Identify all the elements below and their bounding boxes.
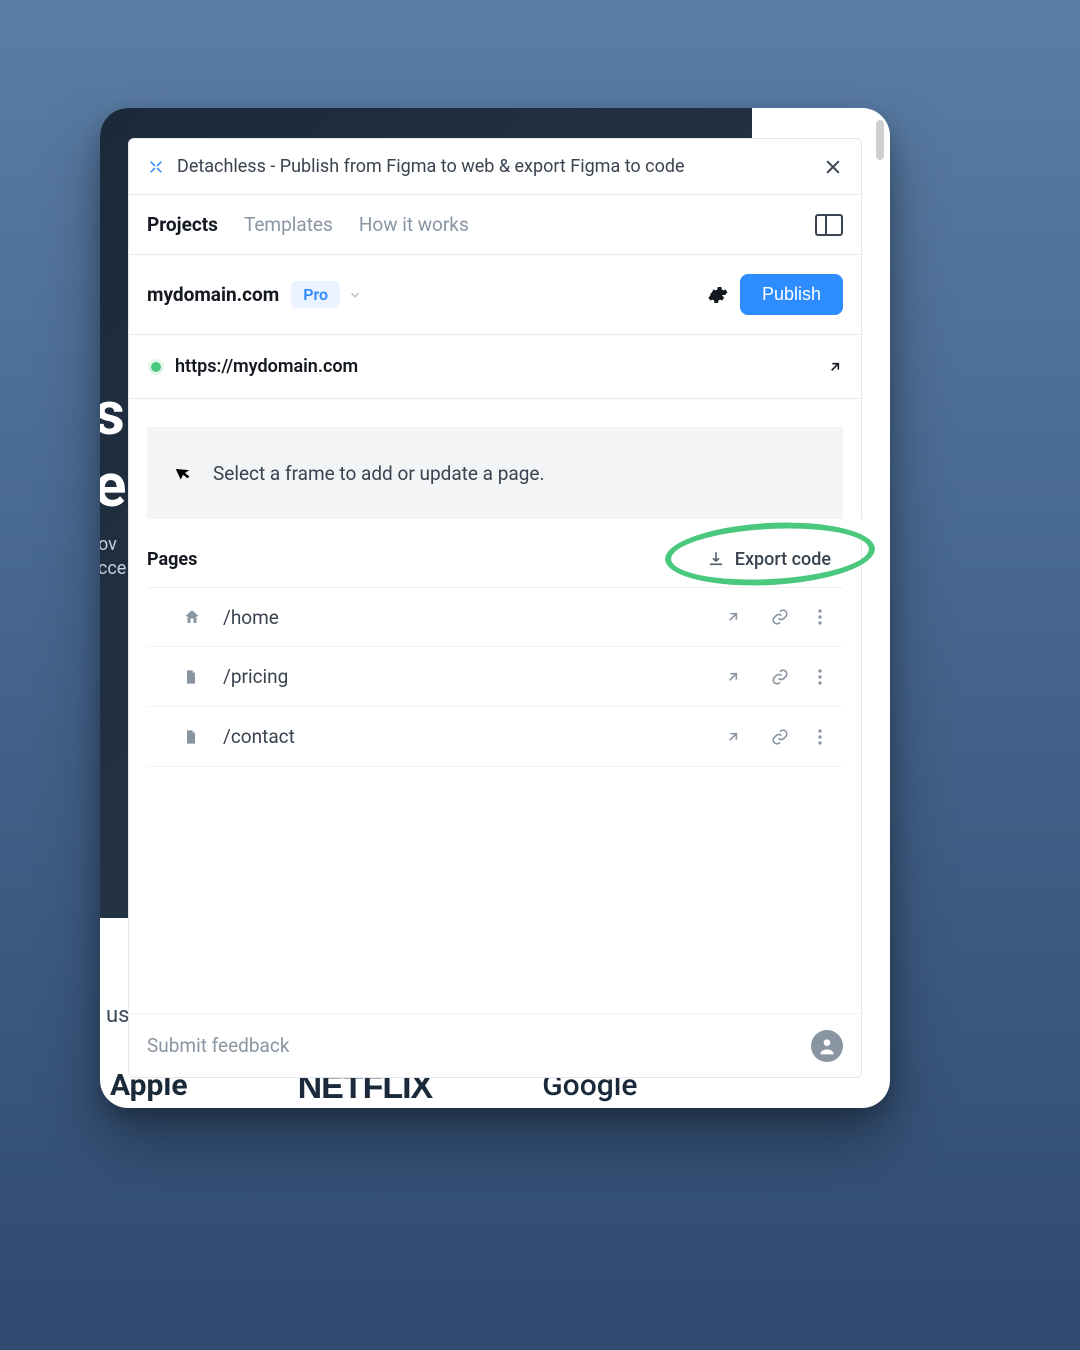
bg-sub-fragment: ucce bbox=[100, 558, 126, 579]
status-dot-icon bbox=[151, 362, 161, 372]
panel-header: Detachless - Publish from Figma to web &… bbox=[129, 139, 861, 195]
domain-name: mydomain.com bbox=[147, 283, 279, 306]
page-path: /contact bbox=[223, 725, 705, 748]
export-code-button[interactable]: Export code bbox=[695, 541, 843, 578]
close-icon[interactable] bbox=[823, 157, 843, 177]
live-url-text: https://mydomain.com bbox=[175, 356, 813, 377]
pages-title: Pages bbox=[147, 549, 695, 570]
detachless-logo-icon bbox=[147, 158, 165, 176]
chevron-down-icon[interactable] bbox=[348, 288, 362, 302]
live-url-row[interactable]: https://mydomain.com bbox=[129, 335, 861, 399]
pro-badge: Pro bbox=[291, 281, 340, 308]
plugin-panel: Detachless - Publish from Figma to web &… bbox=[128, 138, 862, 1078]
tab-templates[interactable]: Templates bbox=[244, 213, 333, 236]
tab-how-it-works[interactable]: How it works bbox=[359, 213, 469, 236]
open-external-icon[interactable] bbox=[827, 359, 843, 375]
tab-projects[interactable]: Projects bbox=[147, 213, 218, 236]
link-icon[interactable] bbox=[771, 728, 797, 746]
avatar-icon[interactable] bbox=[811, 1030, 843, 1062]
more-icon[interactable] bbox=[817, 668, 843, 686]
panel-footer: Submit feedback bbox=[129, 1013, 861, 1077]
gear-icon[interactable] bbox=[706, 284, 728, 306]
card-frame: s es nov ucce uste Apple NETFLIX Google … bbox=[100, 108, 890, 1108]
tab-bar: Projects Templates How it works bbox=[129, 195, 861, 255]
page-row-pricing[interactable]: /pricing bbox=[147, 647, 843, 707]
file-icon bbox=[183, 728, 203, 746]
more-icon[interactable] bbox=[817, 608, 843, 626]
bg-sub-fragment: nov bbox=[100, 534, 117, 555]
open-external-icon[interactable] bbox=[725, 669, 751, 685]
cursor-icon bbox=[171, 459, 198, 487]
bg-heading-fragment: s bbox=[100, 378, 125, 449]
home-icon bbox=[183, 608, 203, 626]
hint-text: Select a frame to add or update a page. bbox=[213, 462, 544, 485]
pages-header: Pages Export code bbox=[129, 531, 861, 587]
submit-feedback-link[interactable]: Submit feedback bbox=[147, 1034, 797, 1057]
hint-banner: Select a frame to add or update a page. bbox=[147, 427, 843, 519]
page-path: /pricing bbox=[223, 665, 705, 688]
download-icon bbox=[707, 550, 725, 568]
layout-toggle-icon[interactable] bbox=[815, 214, 843, 236]
page-path: /home bbox=[223, 606, 705, 629]
page-row-contact[interactable]: /contact bbox=[147, 707, 843, 767]
more-icon[interactable] bbox=[817, 728, 843, 746]
open-external-icon[interactable] bbox=[725, 609, 751, 625]
link-icon[interactable] bbox=[771, 668, 797, 686]
page-row-home[interactable]: /home bbox=[147, 587, 843, 647]
file-icon bbox=[183, 668, 203, 686]
open-external-icon[interactable] bbox=[725, 729, 751, 745]
page-list: /home /pricing /contact bbox=[129, 587, 861, 767]
domain-row: mydomain.com Pro Publish bbox=[129, 255, 861, 335]
export-code-label: Export code bbox=[735, 549, 831, 570]
link-icon[interactable] bbox=[771, 608, 797, 626]
panel-title: Detachless - Publish from Figma to web &… bbox=[177, 156, 811, 177]
publish-button[interactable]: Publish bbox=[740, 274, 843, 315]
scrollbar-thumb[interactable] bbox=[876, 120, 884, 160]
